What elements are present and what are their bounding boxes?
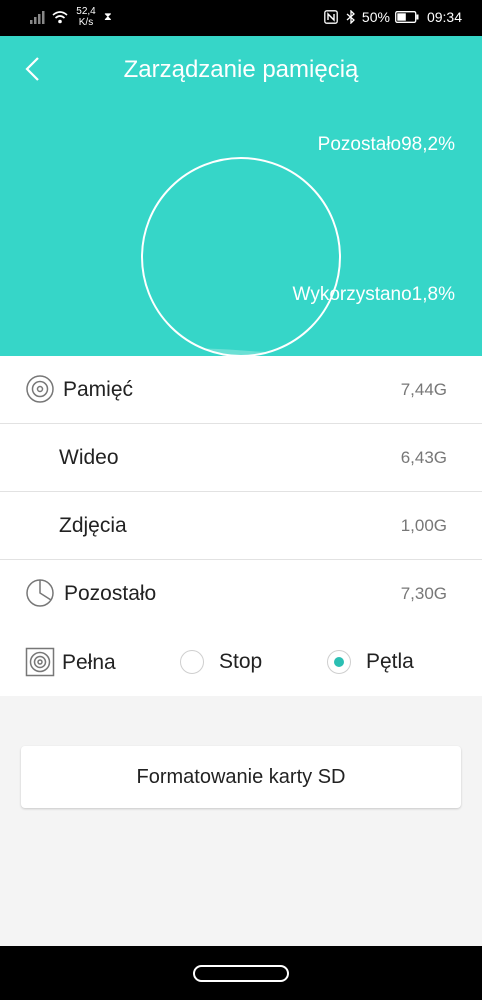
battery-icon <box>395 11 419 23</box>
wifi-icon <box>52 11 68 24</box>
storage-list: Pamięć 7,44G Wideo 6,43G Zdjęcia 1,00G P… <box>0 356 482 628</box>
radio-loop-label[interactable]: Pętla <box>366 650 414 674</box>
radio-stop[interactable]: Stop <box>180 645 262 679</box>
list-item-memory: Pamięć 7,44G <box>0 356 482 424</box>
record-mode-row: Pełna Stop Pętla <box>0 628 482 696</box>
memory-value: 7,44G <box>400 380 447 399</box>
storage-icon <box>26 375 54 403</box>
radio-stop-label[interactable]: Stop <box>219 650 262 674</box>
network-speed-unit: K/s <box>78 17 94 28</box>
status-bar: 52,4 K/s ⧗ 50% 09:34 <box>0 0 482 36</box>
storage-usage-chart <box>141 157 341 357</box>
sd-card-icon <box>25 647 55 677</box>
record-mode-label: Pełna <box>62 651 116 674</box>
radio-loop-circle[interactable] <box>327 650 351 674</box>
page-title: Zarządzanie pamięcią <box>123 56 359 83</box>
signal-icon <box>30 11 45 24</box>
nfc-icon <box>324 10 338 24</box>
list-item-photos: Zdjęcia 1,00G <box>0 492 482 560</box>
home-gesture-bar[interactable] <box>193 965 289 982</box>
network-speed: 52,4 K/s <box>74 6 98 28</box>
navigation-bar <box>0 946 482 1000</box>
storage-header: Zarządzanie pamięcią Pozostało98,2% Wyko… <box>0 36 482 357</box>
used-percent-label: Wykorzystano1,8% <box>292 284 455 305</box>
photos-value: 1,00G <box>400 516 447 535</box>
remaining-percent-label: Pozostało98,2% <box>317 134 455 155</box>
list-item-remaining: Pozostało 7,30G <box>0 560 482 628</box>
memory-label: Pamięć <box>63 378 134 401</box>
video-value: 6,43G <box>400 448 447 467</box>
hourglass-icon: ⧗ <box>104 10 112 23</box>
remaining-value: 7,30G <box>400 584 447 603</box>
radio-loop[interactable]: Pętla <box>327 645 414 679</box>
video-label: Wideo <box>59 446 119 469</box>
network-speed-value: 52,4 <box>76 6 96 17</box>
format-sd-button[interactable]: Formatowanie karty SD <box>21 746 461 808</box>
remaining-label: Pozostało <box>64 582 157 605</box>
pie-chart-icon <box>26 579 54 607</box>
list-item-video: Wideo 6,43G <box>0 424 482 492</box>
clock: 09:34 <box>426 9 462 25</box>
radio-stop-circle[interactable] <box>180 650 204 674</box>
battery-percent: 50% <box>361 9 390 25</box>
storage-ring <box>141 157 341 357</box>
photos-label: Zdjęcia <box>59 514 127 537</box>
bluetooth-icon <box>346 10 355 24</box>
